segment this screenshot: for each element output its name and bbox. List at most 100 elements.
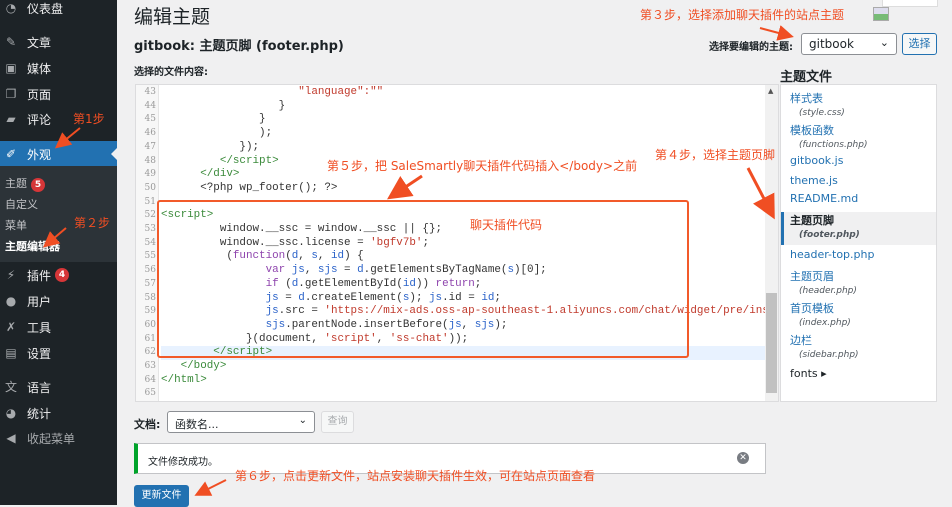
file-label: fonts ▸ [790,367,827,380]
theme-file-link[interactable]: 主题页脚 (footer.php) [790,212,860,240]
theme-file-link[interactable]: 首页模板 (index.php) [790,300,851,328]
line-number: 58 [144,292,156,303]
code-token: ); [161,127,273,140]
code-line: } [161,113,266,127]
update-file-button[interactable]: 更新文件 [134,485,189,507]
code-line: </body> [161,360,227,374]
pages-icon: ❐ [5,87,17,101]
code-line: ); [161,127,272,141]
sidebar-item[interactable]: ◕ 统计 [0,400,117,426]
submenu-label: 自定义 [5,198,38,211]
line-number: 47 [144,141,156,152]
line-number: 61 [144,333,156,344]
theme-file-link[interactable]: 模板函数 (functions.php) [790,122,867,150]
line-number: 46 [144,128,156,139]
line-number: 45 [144,114,156,125]
file-label: gitbook.js [790,154,844,167]
annotation-step1: 第1步 [73,112,105,126]
code-token: <?php wp_footer(); ?> [161,181,338,194]
sidebar-item[interactable]: ▣ 媒体 [0,55,117,81]
code-line: </div> [161,168,239,182]
sidebar-item-label: 评论 [27,112,52,127]
theme-file-link[interactable]: 边栏 (sidebar.php) [790,332,859,360]
scrollbar-thumb[interactable] [766,293,777,393]
sidebar-item[interactable]: 文语言 [0,374,117,400]
line-number: 53 [144,224,156,234]
file-name: (footer.php) [799,230,860,240]
sidebar-item-label: 统计 [27,406,52,421]
file-name: (sidebar.php) [799,350,859,360]
sidebar-item[interactable]: ◔ 仪表盘 [0,0,117,21]
function-select[interactable]: 函数名... ⌄ [167,411,315,433]
code-token: } [161,113,266,126]
chevron-down-icon: ⌄ [298,415,307,426]
annotation-step3: 第３步，选择添加聊天插件的站点主题 [640,8,845,22]
line-number: 49 [144,169,156,180]
annotation-step4: 第４步，选择主题页脚 [655,148,776,162]
dashboard-icon: ◔ [5,1,17,15]
annotation-step5: 第５步，把 SaleSmartly聊天插件代码插入</body>之前 [327,159,638,173]
editor-scrollbar[interactable]: ▲ [765,85,778,401]
count-badge: 4 [55,268,70,282]
sidebar-item[interactable]: ✗ 工具 [0,314,117,340]
file-label: 主题页眉 [790,270,834,283]
theme-file-link[interactable]: fonts ▸ [790,367,827,380]
line-number: 48 [144,155,156,166]
sidebar-item[interactable]: ❐ 页面 [0,81,117,107]
code-line: }); [161,141,259,155]
sidebar-item[interactable]: ⚡ 插件 4 [0,262,117,288]
code-token: </div> [161,168,240,181]
theme-file-link[interactable]: gitbook.js [790,154,843,167]
code-token: </script> [161,154,279,167]
submenu-label: 主题 [5,177,27,190]
code-token: </body> [161,360,227,372]
sidebar-item[interactable]: ● 用户 [0,288,117,314]
line-number: 63 [144,361,156,371]
submenu-label: 菜单 [5,219,27,232]
sidebar-item-label: 语言 [27,380,52,395]
file-label: header-top.php [790,248,875,261]
sidebar-item-label: 收起菜单 [27,431,76,446]
query-button[interactable]: 查询 [321,411,354,433]
arrow-step3 [759,25,794,41]
submenu-item[interactable]: 菜单 [5,217,27,233]
annotation-code-label: 聊天插件代码 [470,218,543,232]
theme-select[interactable]: gitbook ⌄ [801,33,897,55]
sidebar-item-label: 设置 [27,346,52,361]
scroll-up-icon[interactable]: ▲ [768,87,773,95]
theme-file-link[interactable]: 样式表 (style.css) [790,90,845,118]
code-token: } [161,99,286,112]
line-gutter: 43 44 45 46 47 48 49 50 51 52 53 54 55 56 57 58 59 60 61 62… [136,85,159,401]
arrow-step6 [194,479,227,496]
sidebar-item[interactable]: ✎ 文章 [0,29,117,55]
function-select-placeholder: 函数名... [175,418,219,431]
sidebar-item-label: 页面 [27,87,52,102]
theme-file-link[interactable]: header-top.php [790,248,874,261]
sidebar-item[interactable]: ✐ 外观 [0,141,117,167]
theme-file-link[interactable]: README.md [790,192,858,205]
line-number: 56 [144,265,156,276]
content-label: 选择的文件内容: [134,67,208,78]
theme-select-label: 选择要编辑的主题: [709,42,793,53]
line-number: 54 [144,237,156,248]
file-name: (style.css) [799,108,845,118]
file-label: 样式表 [790,92,823,105]
theme-file-link[interactable]: theme.js [790,174,838,187]
highlight-box [157,200,689,358]
sidebar-item[interactable]: ◀ 收起菜单 [0,425,117,451]
submenu-item[interactable]: 主题 5 [5,175,45,192]
choose-theme-button[interactable]: 选择 [902,33,937,55]
stats-icon: ◕ [5,406,17,420]
sidebar-item-label: 文章 [27,35,52,50]
code-line: "language":"" [161,86,383,100]
submenu-item[interactable]: 主题编辑器 [5,238,60,254]
sidebar-item-label: 媒体 [27,61,52,76]
submenu-label: 主题编辑器 [5,240,60,253]
media-icon: ▣ [5,61,17,75]
submenu-item[interactable]: 自定义 [5,196,38,212]
dismiss-icon[interactable]: ✕ [737,452,749,464]
line-number: 52 [144,210,156,221]
sidebar-item[interactable]: ▤ 设置 [0,340,117,366]
theme-file-link[interactable]: 主题页眉 (header.php) [790,268,857,296]
